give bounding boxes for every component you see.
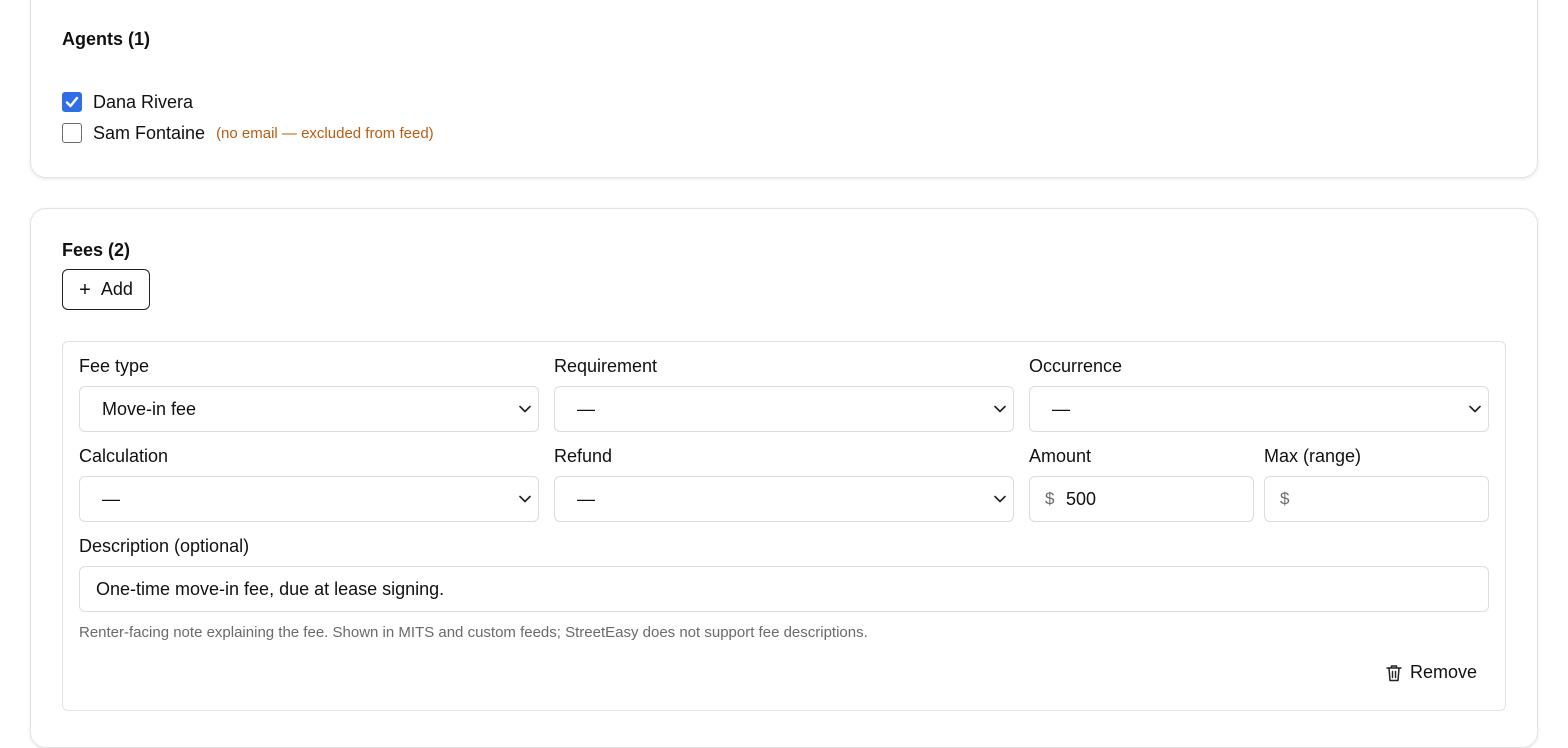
refund-select[interactable]: —	[554, 476, 1014, 522]
agent-checkbox-dana[interactable]	[62, 92, 82, 112]
agents-title: Agents (1)	[62, 29, 151, 49]
chevron-down-icon	[512, 495, 538, 503]
calculation-select[interactable]: —	[79, 476, 539, 522]
chevron-down-icon	[1462, 405, 1488, 413]
amount-value: 500	[1066, 488, 1097, 509]
refund-value: —	[577, 488, 595, 509]
occurrence-label: Occurrence	[1029, 356, 1123, 376]
dollar-prefix: $	[1045, 489, 1055, 508]
agent-warning-note: (no email — excluded from feed)	[216, 124, 434, 142]
agent-checkbox-sam[interactable]	[62, 123, 82, 143]
chevron-down-icon	[512, 405, 538, 413]
agent-name: Sam Fontaine	[93, 122, 206, 143]
agent-row-dana[interactable]: Dana Rivera	[62, 91, 193, 113]
remove-fee-button[interactable]: Remove	[1386, 662, 1477, 683]
requirement-select[interactable]: —	[554, 386, 1014, 432]
chevron-down-icon	[987, 405, 1013, 413]
chevron-down-icon	[987, 495, 1013, 503]
amount-input[interactable]: $ 500	[1029, 476, 1254, 522]
description-help-text: Renter-facing note explaining the fee. S…	[79, 624, 868, 641]
agents-card: Agents (1) Dana Rivera Sam Fontaine (no …	[30, 0, 1538, 178]
requirement-label: Requirement	[554, 356, 658, 376]
description-label: Description (optional)	[79, 536, 250, 556]
refund-label: Refund	[554, 446, 613, 466]
occurrence-value: —	[1052, 398, 1070, 419]
fees-title: Fees (2)	[62, 240, 131, 260]
requirement-value: —	[577, 398, 595, 419]
agent-name: Dana Rivera	[93, 91, 194, 112]
add-fee-button[interactable]: + Add	[62, 269, 150, 310]
remove-fee-label: Remove	[1409, 662, 1477, 682]
calculation-value: —	[102, 488, 120, 509]
add-fee-label: Add	[100, 279, 133, 299]
fees-card: Fees (2) + Add Fee type Move-in fee Requ…	[30, 208, 1538, 748]
trash-icon	[1386, 664, 1402, 681]
dollar-prefix: $	[1280, 489, 1290, 508]
max-range-label: Max (range)	[1264, 446, 1362, 466]
description-input[interactable]: One-time move-in fee, due at lease signi…	[79, 566, 1489, 612]
fee-type-select[interactable]: Move-in fee	[79, 386, 539, 432]
fee-type-label: Fee type	[79, 356, 150, 376]
checkmark-icon	[65, 96, 79, 108]
occurrence-select[interactable]: —	[1029, 386, 1489, 432]
max-range-input[interactable]: $	[1264, 476, 1489, 522]
agent-row-sam[interactable]: Sam Fontaine (no email — excluded from f…	[62, 122, 434, 144]
amount-label: Amount	[1029, 446, 1092, 466]
fee-item: Fee type Move-in fee Requirement — Occur…	[62, 341, 1506, 711]
fee-type-value: Move-in fee	[102, 398, 197, 419]
calculation-label: Calculation	[79, 446, 169, 466]
plus-icon: +	[79, 278, 91, 301]
description-value: One-time move-in fee, due at lease signi…	[96, 578, 445, 599]
